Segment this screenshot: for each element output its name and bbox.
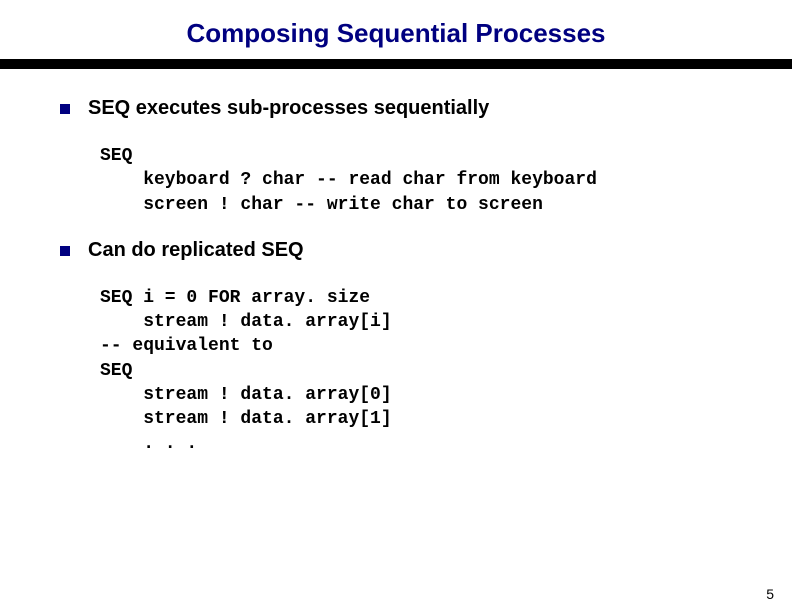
- bullet-text-1: SEQ executes sub-processes sequentially: [88, 97, 489, 120]
- title-underline: [0, 59, 792, 69]
- content-area: SEQ executes sub-processes sequentially …: [0, 69, 792, 456]
- slide-title: Composing Sequential Processes: [0, 0, 792, 59]
- slide: Composing Sequential Processes SEQ execu…: [0, 0, 792, 612]
- code-block-2: SEQ i = 0 FOR array. size stream ! data.…: [100, 286, 732, 456]
- square-bullet-icon: [60, 246, 70, 256]
- bullet-item-1: SEQ executes sub-processes sequentially: [60, 97, 732, 120]
- square-bullet-icon: [60, 104, 70, 114]
- bullet-text-2: Can do replicated SEQ: [88, 239, 304, 262]
- page-number: 5: [766, 586, 774, 602]
- code-block-1: SEQ keyboard ? char -- read char from ke…: [100, 144, 732, 217]
- bullet-item-2: Can do replicated SEQ: [60, 239, 732, 262]
